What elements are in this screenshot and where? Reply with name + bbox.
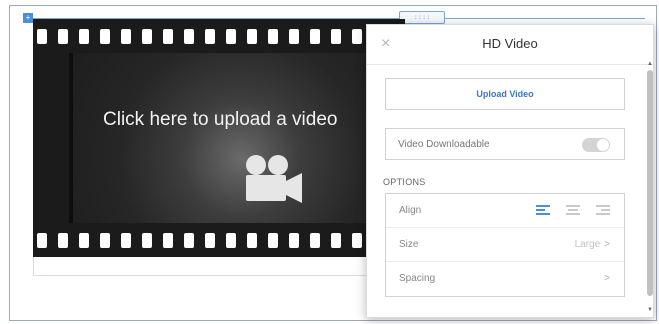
upload-prompt-text[interactable]: Click here to upload a video [103, 109, 337, 131]
film-perforation [331, 232, 341, 248]
drag-handle[interactable]: :::: [399, 11, 445, 24]
film-perforation [58, 28, 68, 44]
film-perforation [331, 28, 341, 44]
scroll-down-icon[interactable]: ▼ [646, 306, 654, 314]
size-value-text: Large [574, 239, 601, 250]
film-perforation [247, 232, 257, 248]
panel-header: × HD Video [367, 25, 653, 65]
film-perforation [226, 232, 236, 248]
film-perforation [163, 28, 173, 44]
upload-video-button[interactable]: Upload Video [385, 78, 625, 110]
film-perforation [268, 232, 278, 248]
film-perforation [310, 232, 320, 248]
video-downloadable-row: Video Downloadable [385, 128, 625, 160]
film-perforation [142, 28, 152, 44]
hd-video-settings-panel: × HD Video Upload Video Video Downloadab… [366, 24, 654, 318]
options-group: Align Size Large > Spacing > [385, 193, 625, 297]
film-perforation [121, 232, 131, 248]
align-options [536, 205, 610, 216]
film-perforation [58, 232, 68, 248]
size-row[interactable]: Size Large > [386, 228, 624, 262]
video-camera-icon [246, 155, 302, 203]
video-placeholder[interactable]: Click here to upload a video [33, 19, 405, 257]
film-perforation [352, 232, 362, 248]
film-perforation [184, 232, 194, 248]
film-perforations-bottom [33, 223, 405, 257]
chevron-right-icon: > [604, 273, 610, 284]
film-perforation [79, 232, 89, 248]
video-downloadable-label: Video Downloadable [398, 139, 490, 150]
options-heading: OPTIONS [383, 177, 426, 187]
film-perforation [100, 232, 110, 248]
spacing-label: Spacing [399, 273, 436, 284]
film-perforation [205, 28, 215, 44]
film-perforation [247, 28, 257, 44]
block-add-icon[interactable]: + [23, 13, 33, 23]
film-perforation [163, 232, 173, 248]
film-perforations-top [33, 19, 405, 53]
film-perforation [205, 232, 215, 248]
align-label: Align [399, 205, 422, 216]
film-perforation [37, 232, 47, 248]
film-perforation [268, 28, 278, 44]
size-value[interactable]: Large > [575, 239, 610, 250]
align-left-icon[interactable] [536, 205, 550, 216]
panel-title: HD Video [482, 36, 538, 51]
spacing-row[interactable]: Spacing > [386, 262, 624, 296]
film-perforation [100, 28, 110, 44]
selection-outline-top-right [445, 18, 645, 19]
align-center-icon[interactable] [566, 205, 580, 216]
align-row: Align [386, 194, 624, 228]
scrollbar-thumb[interactable] [647, 70, 653, 296]
film-perforation [184, 28, 194, 44]
film-perforation [310, 28, 320, 44]
film-perforation [121, 28, 131, 44]
size-label: Size [399, 239, 419, 250]
toggle-knob [597, 139, 609, 151]
panel-scrollbar[interactable]: ▲ ▼ [646, 60, 654, 314]
film-perforation [79, 28, 89, 44]
film-frame [69, 53, 405, 223]
scroll-up-icon[interactable]: ▲ [646, 60, 654, 68]
film-perforation [289, 28, 299, 44]
spacing-chevron[interactable]: > [600, 273, 610, 284]
align-right-icon[interactable] [596, 205, 610, 216]
film-perforation [142, 232, 152, 248]
film-perforation [37, 28, 47, 44]
video-downloadable-toggle[interactable] [582, 138, 610, 152]
film-perforation [352, 28, 362, 44]
chevron-right-icon: > [604, 239, 610, 250]
film-perforation [226, 28, 236, 44]
film-perforation [289, 232, 299, 248]
video-caption-area[interactable] [33, 257, 405, 276]
